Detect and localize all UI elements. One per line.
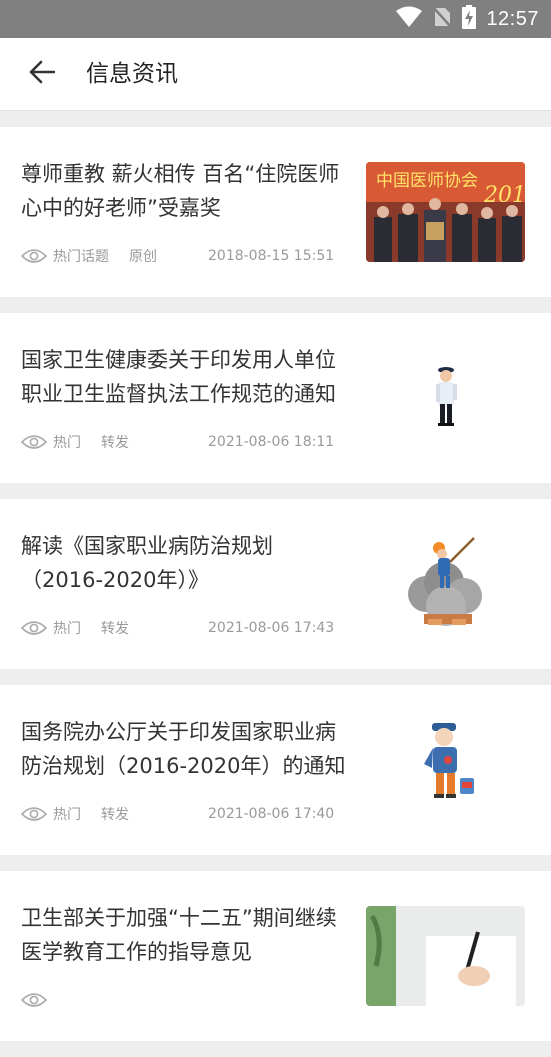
ceremony-photo-thumbnail: 中国医师协会 2016 <box>366 162 525 262</box>
article-meta: 热门 转发 2021-08-06 17:43 <box>21 617 334 639</box>
article-card[interactable]: 卫生部关于加强“十二五”期间继续医学教育工作的指导意见 <box>0 871 551 1041</box>
article-meta: 热门 转发 2021-08-06 18:11 <box>21 431 334 453</box>
eye-icon <box>21 993 47 1007</box>
clock: 12:57 <box>486 7 539 30</box>
dusty-worker-illustration-thumbnail <box>366 534 525 634</box>
inspector-illustration-thumbnail <box>366 348 525 448</box>
article-tag: 热门 <box>53 621 81 637</box>
article-meta <box>21 989 73 1011</box>
article-card[interactable]: 国务院办公厅关于印发国家职业病防治规划（2016-2020年）的通知 热门 转发… <box>0 685 551 855</box>
article-meta: 热门 转发 2021-08-06 17:40 <box>21 803 334 825</box>
eye-icon <box>21 621 47 635</box>
article-title: 解读《国家职业病防治规划（2016-2020年）》 <box>21 534 273 592</box>
app-bar: 信息资讯 <box>0 38 551 111</box>
arrow-left-icon <box>29 60 56 88</box>
article-tag: 热门 <box>53 435 81 451</box>
article-title: 卫生部关于加强“十二五”期间继续医学教育工作的指导意见 <box>21 906 337 964</box>
article-list: 尊师重教 薪火相传 百名“住院医师心中的好老师”受嘉奖 热门话题 原创 2018… <box>0 127 551 1057</box>
article-title: 国家卫生健康委关于印发用人单位职业卫生监督执法工作规范的通知 <box>21 348 336 406</box>
eye-icon <box>21 249 47 263</box>
article-source: 转发 <box>101 621 129 637</box>
article-date: 2021-08-06 18:11 <box>208 434 335 450</box>
article-title: 国务院办公厅关于印发国家职业病防治规划（2016-2020年）的通知 <box>21 720 346 778</box>
banner-caption: 中国医师协会 <box>376 171 478 191</box>
article-tag: 热门话题 <box>53 249 109 265</box>
back-button[interactable] <box>20 56 64 92</box>
article-card[interactable]: 国家卫生健康委关于印发用人单位职业卫生监督执法工作规范的通知 热门 转发 202… <box>0 313 551 483</box>
status-bar: 12:57 <box>0 0 551 38</box>
article-date: 2021-08-06 17:40 <box>208 806 335 822</box>
article-date: 2018-08-15 15:51 <box>208 248 335 264</box>
writing-hand-photo-thumbnail <box>366 906 525 1006</box>
battery-charging-icon <box>462 5 477 33</box>
article-source: 原创 <box>129 249 157 265</box>
article-title: 尊师重教 薪火相传 百名“住院医师心中的好老师”受嘉奖 <box>21 162 340 220</box>
coughing-worker-illustration-thumbnail <box>366 720 525 820</box>
article-tag: 热门 <box>53 807 81 823</box>
article-source: 转发 <box>101 807 129 823</box>
article-date: 2021-08-06 17:43 <box>208 620 335 636</box>
eye-icon <box>21 807 47 821</box>
page-title: 信息资讯 <box>86 61 178 87</box>
article-card[interactable]: 解读《国家职业病防治规划（2016-2020年）》 热门 转发 2021-08-… <box>0 499 551 669</box>
article-source: 转发 <box>101 435 129 451</box>
no-sim-icon <box>432 6 453 32</box>
article-card[interactable]: 尊师重教 薪火相传 百名“住院医师心中的好老师”受嘉奖 热门话题 原创 2018… <box>0 127 551 297</box>
article-meta: 热门话题 原创 2018-08-15 15:51 <box>21 245 334 267</box>
eye-icon <box>21 435 47 449</box>
wifi-icon <box>396 6 423 32</box>
